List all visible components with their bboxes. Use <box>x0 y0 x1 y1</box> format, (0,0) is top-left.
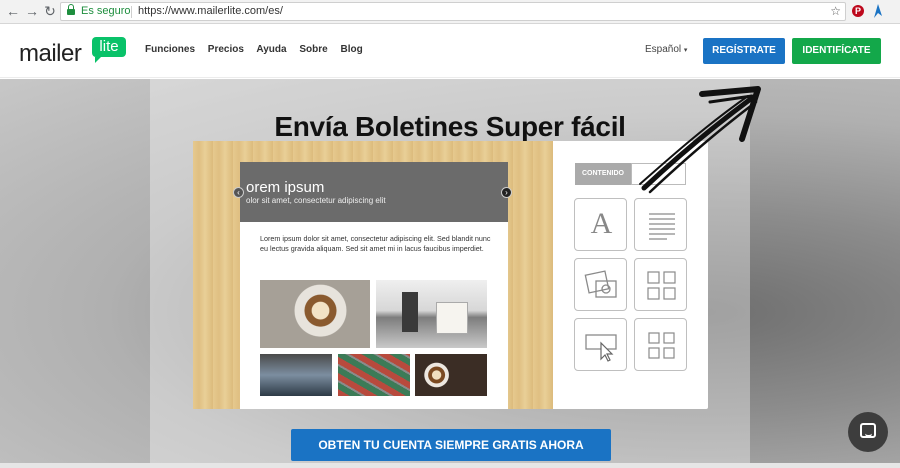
main-nav: Funciones Precios Ayuda Sobre Blog <box>145 44 373 55</box>
nav-item-funciones[interactable]: Funciones <box>145 44 195 55</box>
forward-icon[interactable]: → <box>24 3 40 19</box>
social-block-tile[interactable] <box>634 318 687 371</box>
patio-chairs-photo <box>338 354 410 396</box>
browser-toolbar: ← → ↻ Es seguro https://www.mailerlite.c… <box>0 0 900 24</box>
site-header: mailer lite Funciones Precios Ayuda Sobr… <box>0 24 900 78</box>
secure-label: Es seguro <box>81 5 131 17</box>
url-text[interactable]: https://www.mailerlite.com/es/ <box>138 3 283 20</box>
nav-item-blog[interactable]: Blog <box>340 44 362 55</box>
button-block-tile[interactable] <box>574 318 627 371</box>
paragraph-lines-icon <box>649 213 675 240</box>
cafe-interior-photo <box>260 354 332 396</box>
hand-drawn-arrow-icon <box>639 86 761 194</box>
lock-icon <box>67 4 75 16</box>
caret-down-icon: ▾ <box>683 47 688 54</box>
bookmark-star-icon[interactable]: ☆ <box>830 3 841 20</box>
nav-item-ayuda[interactable]: Ayuda <box>256 44 286 55</box>
register-button[interactable]: REGÍSTRATE <box>703 38 785 64</box>
hero-section: Envía Boletines Super fácil orem ipsum o… <box>0 79 900 468</box>
nav-item-precios[interactable]: Precios <box>208 44 244 55</box>
language-label: Español <box>645 44 682 55</box>
pinterest-extension-icon[interactable]: P <box>852 5 864 17</box>
social-icons-icon <box>648 332 675 359</box>
image-camera-icon <box>584 270 617 298</box>
coffee-shop-counter-photo <box>376 280 487 348</box>
login-button[interactable]: IDENTIFÍCATE <box>792 38 881 64</box>
address-bar[interactable]: Es seguro https://www.mailerlite.com/es/… <box>60 2 846 21</box>
image-grid-icon <box>647 271 676 300</box>
slider-right-icon[interactable]: › <box>501 187 512 198</box>
language-selector[interactable]: Español ▾ <box>645 44 687 55</box>
address-separator <box>131 6 132 18</box>
tab-content[interactable]: CONTENIDO <box>575 163 631 185</box>
coffee-cups-photo <box>415 354 487 396</box>
logo-text[interactable]: mailer <box>19 40 82 68</box>
image-grid-tile[interactable] <box>634 258 687 311</box>
hero-title: Envía Boletines Super fácil <box>274 111 626 142</box>
page-bottom-edge <box>0 463 900 468</box>
extension-bird-icon[interactable] <box>874 4 882 18</box>
email-body-text: Lorem ipsum dolor sit amet, consectetur … <box>260 234 491 253</box>
coffee-latte-photo <box>260 280 370 348</box>
back-icon[interactable]: ← <box>5 3 21 19</box>
email-preview: orem ipsum olor sit amet, consectetur ad… <box>233 162 512 409</box>
email-header-block: orem ipsum olor sit amet, consectetur ad… <box>233 162 512 222</box>
paragraph-block-tile[interactable] <box>634 198 687 251</box>
chat-launcher[interactable] <box>848 412 888 452</box>
nav-item-sobre[interactable]: Sobre <box>299 44 327 55</box>
cursor-button-icon <box>585 334 617 362</box>
slider-left-icon[interactable]: ‹ <box>233 187 244 198</box>
logo-badge[interactable]: lite <box>92 37 126 63</box>
text-block-tile[interactable]: A <box>574 198 627 251</box>
chat-bubble-icon <box>860 423 876 438</box>
get-account-button[interactable]: OBTEN TU CUENTA SIEMPRE GRATIS AHORA <box>291 429 611 461</box>
reload-icon[interactable]: ↻ <box>42 3 58 19</box>
image-block-tile[interactable] <box>574 258 627 311</box>
text-letter-icon: A <box>590 207 613 240</box>
email-heading: orem ipsum <box>246 179 325 196</box>
email-subheading: olor sit amet, consectetur adipiscing el… <box>246 196 386 205</box>
